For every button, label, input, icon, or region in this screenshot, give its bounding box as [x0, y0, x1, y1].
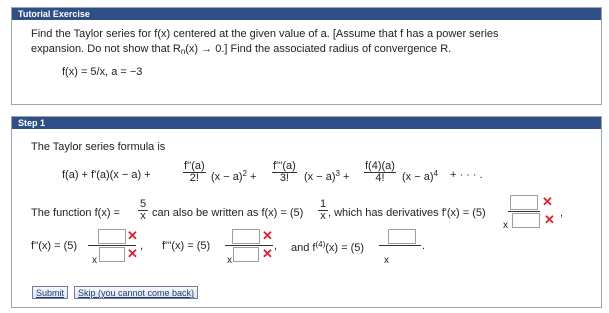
term4-pow: 4	[433, 169, 438, 178]
term2-tail-text: (x − a)	[211, 171, 243, 183]
f2-num-input[interactable]	[98, 229, 126, 244]
formula-end: + · · · .	[450, 169, 483, 181]
term3-tail: (x − a)3 +	[304, 169, 350, 183]
incorrect-x-icon: ✕	[127, 228, 138, 243]
f3-den-x: x	[227, 255, 232, 266]
step-header: Step 1	[12, 117, 601, 129]
term4-tail: (x − a)4	[402, 169, 438, 183]
rewrite-den: x	[140, 210, 146, 222]
term4-den: 4!	[375, 172, 385, 184]
rewrite-tail: , which has derivatives f'(x) = (5)	[328, 207, 486, 219]
d1-den-x: x	[503, 220, 508, 231]
rewrite-lead: The function f(x) =	[31, 207, 120, 219]
term4-fraction: f(4)(a) 4!	[364, 161, 396, 184]
comma: ,	[274, 240, 278, 252]
comma: ,	[140, 240, 144, 252]
term3-tail-text: (x − a)	[304, 171, 336, 183]
f2-label: f''(x) = (5)	[31, 240, 78, 252]
incorrect-x-icon: ✕	[127, 246, 138, 261]
period: .	[422, 240, 426, 252]
f2-den-input[interactable]	[99, 247, 125, 262]
term2-den: 2!	[189, 172, 199, 184]
exercise-line-2: expansion. Do not show that Rn(x) → 0.] …	[31, 43, 451, 56]
comma: ,	[560, 207, 564, 219]
f4-label-rest: (x) = (5)	[325, 242, 365, 254]
f4-den-x: x	[384, 255, 389, 266]
step-intro: The Taylor series formula is	[31, 141, 166, 153]
rewrite-fraction-2: 1 x	[318, 199, 328, 222]
rewrite-den-2: x	[320, 210, 326, 222]
rewrite-mid: can also be written as f(x) = (5)	[152, 207, 304, 219]
f4-num-input[interactable]	[388, 229, 416, 244]
f4-label-pow: (4)	[315, 240, 326, 249]
term3-den: 3!	[279, 172, 289, 184]
exercise-header: Tutorial Exercise	[12, 8, 601, 20]
term2-fraction: f''(a) 2!	[183, 161, 206, 184]
f4-label: and f(4)(x) = (5)	[291, 240, 364, 254]
f3-label: f'''(x) = (5)	[162, 240, 211, 252]
f2-den-x: x	[92, 255, 97, 266]
term4-tail-text: (x − a)	[402, 171, 434, 183]
term3-pow: 3	[335, 169, 340, 178]
f4-fraction-bar	[379, 245, 421, 246]
d1-input[interactable]	[510, 195, 538, 210]
incorrect-x-icon: ✕	[262, 228, 273, 243]
incorrect-x-icon: ✕	[544, 212, 555, 227]
term2-pow: 2	[242, 169, 247, 178]
formula-lead: f(a) + f'(a)(x − a) +	[62, 169, 151, 181]
rewrite-fraction: 5 x	[138, 199, 148, 222]
f3-num-input[interactable]	[232, 229, 260, 244]
exercise-line-1: Find the Taylor series for f(x) centered…	[31, 28, 499, 40]
d1-fraction-bar	[508, 211, 540, 212]
term2-tail: (x − a)2 +	[211, 169, 257, 183]
incorrect-x-icon: ✕	[262, 246, 273, 261]
incorrect-x-icon: ✕	[542, 194, 553, 209]
term3-fraction: f'''(a) 3!	[272, 161, 297, 184]
exercise-line-2-rest: (x) → 0.] Find the associated radius of …	[185, 43, 452, 55]
function-definition: f(x) = 5/x, a = −3	[62, 66, 143, 78]
f3-den-input[interactable]	[233, 247, 259, 262]
d1-den-input[interactable]	[512, 213, 540, 228]
skip-button[interactable]: Skip (you cannot come back)	[74, 286, 199, 299]
f4-label-text: and f	[291, 242, 316, 254]
exercise-line-2-text: expansion. Do not show that R	[31, 43, 181, 55]
exercise-panel: Tutorial Exercise	[11, 7, 602, 105]
submit-button[interactable]: Submit	[32, 286, 69, 299]
